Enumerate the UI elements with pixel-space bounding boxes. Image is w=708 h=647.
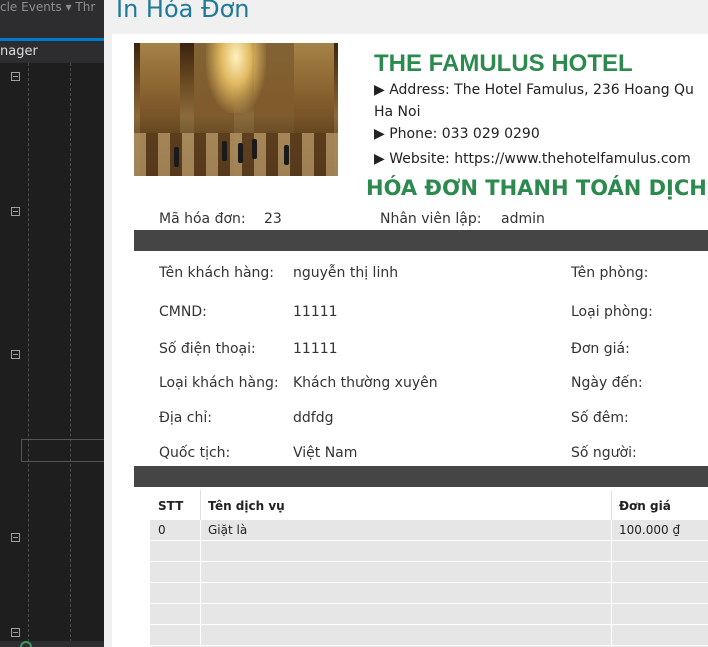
ide-events-dropdown[interactable]: cle Events ▾ Thr xyxy=(0,0,95,14)
invoice-id-value: 23 xyxy=(264,211,282,227)
room-type-label: Loại phòng: xyxy=(571,304,653,320)
ide-tab-label[interactable]: nager xyxy=(0,44,38,60)
invoice-id-label: Mã hóa đơn: xyxy=(159,211,246,227)
column-header-stt: STT xyxy=(158,499,184,513)
id-card-value: 11111 xyxy=(293,304,338,320)
table-row-empty xyxy=(150,562,708,583)
arrival-date-label: Ngày đến: xyxy=(571,375,643,391)
cell-stt: 0 xyxy=(158,523,166,537)
hotel-address: ▶ Address: The Hotel Famulus, 236 Hoang … xyxy=(374,82,694,98)
room-name-label: Tên phòng: xyxy=(571,265,649,281)
fold-toggle-icon[interactable] xyxy=(11,350,20,359)
invoice-print-window: In Hóa Đơn THE FAMULUS HOTEL ▶ Address: … xyxy=(104,0,708,647)
invoice-report: THE FAMULUS HOTEL ▶ Address: The Hotel F… xyxy=(112,34,708,647)
address-label: Địa chỉ: xyxy=(159,410,212,426)
room-price-label: Đơn giá: xyxy=(571,341,630,357)
hotel-address-city: Ha Noi xyxy=(374,104,421,120)
hotel-website: ▶ Website: https://www.thehotelfamulus.c… xyxy=(374,151,691,167)
ide-selection-box xyxy=(21,439,104,462)
ide-indent-guide xyxy=(28,63,29,647)
fold-toggle-icon[interactable] xyxy=(11,207,20,216)
ide-status-strip xyxy=(0,641,104,647)
table-row-empty xyxy=(150,583,708,604)
section-divider-bar xyxy=(134,466,708,487)
table-row[interactable]: 0 Giặt là 100.000 ₫ xyxy=(150,520,708,541)
table-row-empty xyxy=(150,604,708,625)
customer-type-label: Loại khách hàng: xyxy=(159,375,279,391)
column-header-unit-price: Đơn giá xyxy=(619,499,671,513)
guests-label: Số người: xyxy=(571,445,637,461)
ide-indent-guide xyxy=(70,63,71,647)
nights-label: Số đêm: xyxy=(571,410,629,426)
nationality-label: Quốc tịch: xyxy=(159,445,231,461)
customer-name-value: nguyễn thị linh xyxy=(293,265,399,281)
address-value: ddfdg xyxy=(293,410,334,426)
phone-label: Số điện thoại: xyxy=(159,341,256,357)
table-body: 0 Giặt là 100.000 ₫ xyxy=(150,520,708,647)
staff-label: Nhân viên lập: xyxy=(380,211,482,227)
staff-value: admin xyxy=(501,211,545,227)
invoice-title: HÓA ĐƠN THANH TOÁN DỊCH V xyxy=(366,176,708,200)
status-ok-icon xyxy=(20,641,32,647)
table-row-empty xyxy=(150,625,708,646)
fold-toggle-icon[interactable] xyxy=(11,533,20,542)
table-row-empty xyxy=(150,541,708,562)
fold-toggle-icon[interactable] xyxy=(11,72,20,81)
ide-background-panel: cle Events ▾ Thr nager xyxy=(0,0,104,647)
hotel-lobby-photo xyxy=(134,43,338,176)
column-header-service-name: Tên dịch vụ xyxy=(208,499,285,513)
customer-type-value: Khách thường xuyên xyxy=(293,375,438,391)
fold-toggle-icon[interactable] xyxy=(11,628,20,637)
id-card-label: CMND: xyxy=(159,304,207,320)
ide-events-label: cle Events ▾ Thr xyxy=(0,0,96,14)
phone-value: 11111 xyxy=(293,341,338,357)
nationality-value: Việt Nam xyxy=(293,445,358,461)
customer-name-label: Tên khách hàng: xyxy=(159,265,275,281)
cell-service-name: Giặt là xyxy=(208,523,248,537)
hotel-name: THE FAMULUS HOTEL xyxy=(374,50,633,77)
window-title: In Hóa Đơn xyxy=(116,0,250,23)
cell-unit-price: 100.000 ₫ xyxy=(619,523,681,537)
section-divider-bar xyxy=(134,230,708,251)
hotel-phone: ▶ Phone: 033 029 0290 xyxy=(374,126,540,142)
